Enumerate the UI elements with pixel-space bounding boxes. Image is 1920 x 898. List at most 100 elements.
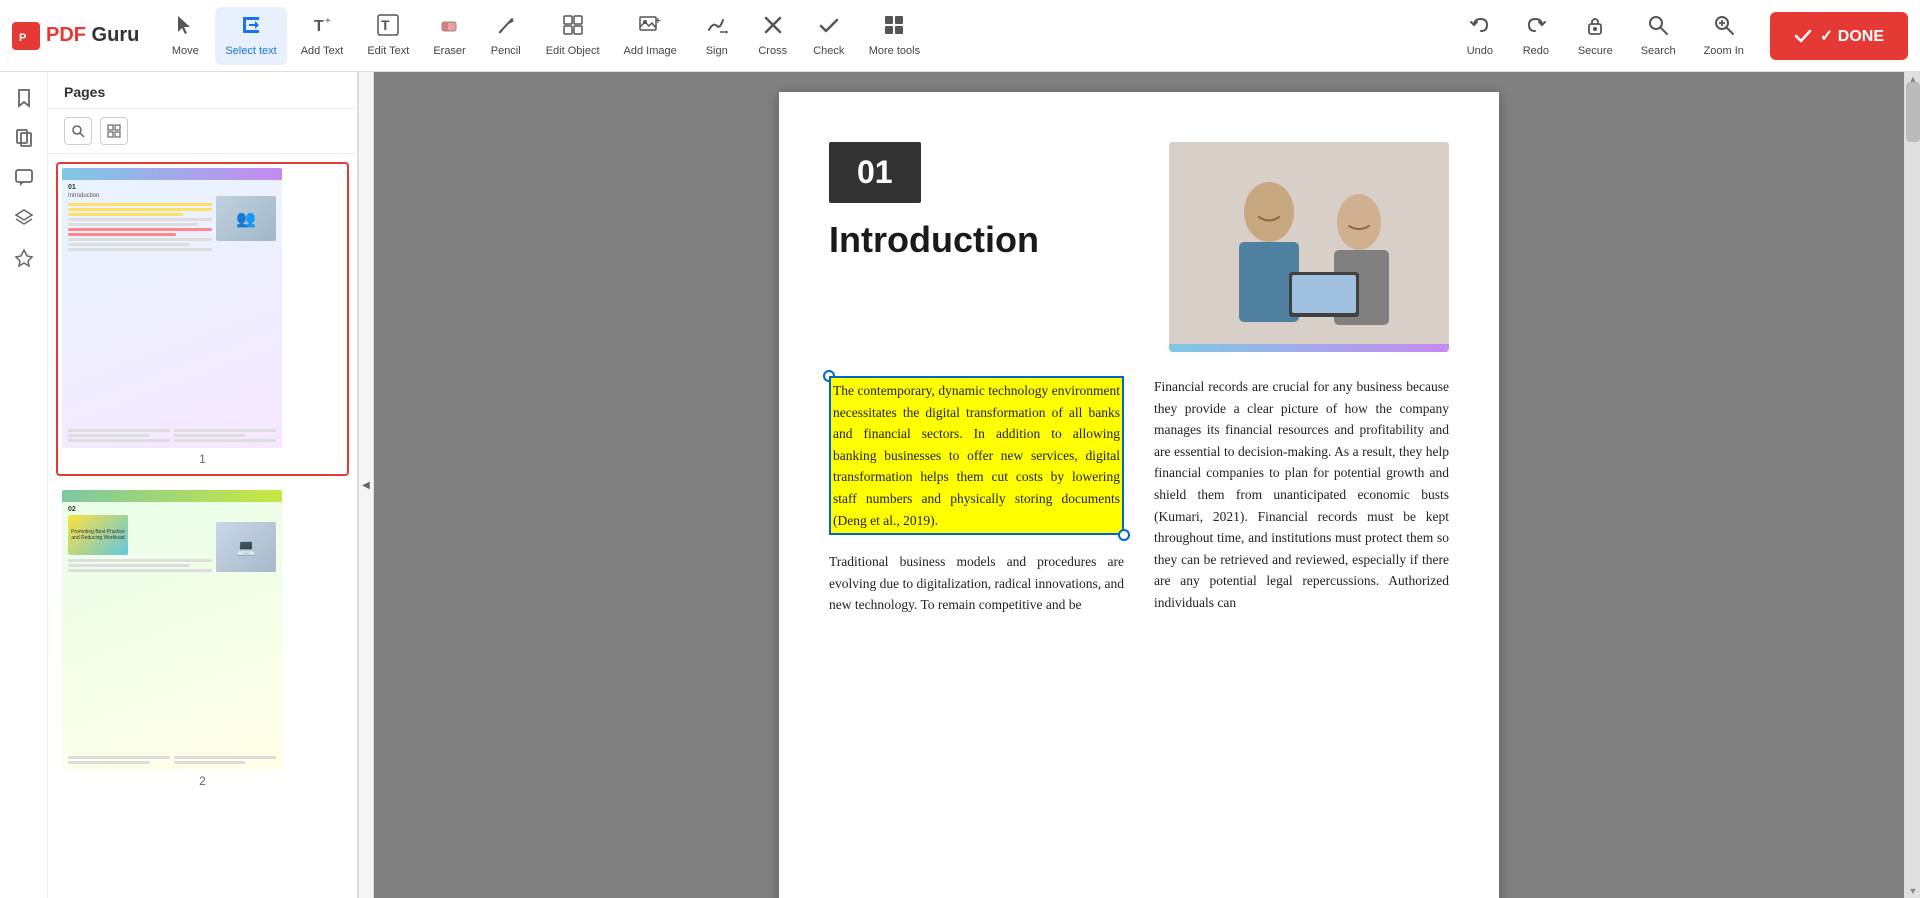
sidebar-collapse[interactable]: ◀ xyxy=(358,72,374,898)
eraser-icon xyxy=(439,14,461,41)
sign-tool[interactable]: Sign xyxy=(691,7,743,65)
page-thumb-2[interactable]: 02 Promoting Best Practice and Reducing … xyxy=(56,484,349,798)
svg-text:+: + xyxy=(655,16,661,27)
sidebar-icon-search[interactable] xyxy=(64,117,92,145)
done-button[interactable]: ✓ DONE xyxy=(1770,12,1908,60)
pencil-label: Pencil xyxy=(491,45,521,57)
logo-text: PDF Guru xyxy=(46,24,139,47)
svg-text:P: P xyxy=(19,32,26,44)
undo-button[interactable]: Undo xyxy=(1456,7,1504,65)
content-columns: The contemporary, dynamic technology env… xyxy=(829,376,1449,616)
edit-object-label: Edit Object xyxy=(546,45,600,57)
select-text-tool[interactable]: Select text xyxy=(215,7,286,65)
selected-text-container: The contemporary, dynamic technology env… xyxy=(829,376,1124,535)
edit-text-icon: T xyxy=(377,14,399,41)
move-icon xyxy=(174,14,196,41)
cross-icon xyxy=(762,14,784,41)
hero-image-inner xyxy=(1169,142,1449,352)
page-title: Introduction xyxy=(829,219,1169,261)
zoom-in-button[interactable]: Zoom In xyxy=(1694,7,1754,65)
pages-list: 01 Introduction xyxy=(48,154,357,898)
secure-label: Secure xyxy=(1578,45,1613,57)
page-thumb-1[interactable]: 01 Introduction xyxy=(56,162,349,476)
page-header-section: 01 Introduction xyxy=(829,142,1449,352)
svg-text:T: T xyxy=(381,17,390,33)
search-icon xyxy=(1647,14,1669,41)
page-num-2: 2 xyxy=(62,770,343,792)
search-label: Search xyxy=(1641,45,1676,57)
secure-button[interactable]: Secure xyxy=(1568,7,1623,65)
redo-button[interactable]: Redo xyxy=(1512,7,1560,65)
pencil-icon xyxy=(495,14,517,41)
zoom-in-icon xyxy=(1713,14,1735,41)
select-text-icon xyxy=(240,14,262,41)
select-text-label: Select text xyxy=(225,45,276,57)
search-button[interactable]: Search xyxy=(1631,7,1686,65)
page-number-box: 01 xyxy=(829,142,921,203)
cross-tool[interactable]: Cross xyxy=(747,7,799,65)
edit-text-label: Edit Text xyxy=(367,45,409,57)
pin-icon-btn[interactable] xyxy=(6,240,42,276)
svg-text:T: T xyxy=(314,18,324,35)
toolbar: P PDF Guru Move Select text T xyxy=(0,0,1920,72)
move-tool[interactable]: Move xyxy=(159,7,211,65)
sign-label: Sign xyxy=(706,45,728,57)
highlighted-paragraph: The contemporary, dynamic technology env… xyxy=(829,376,1124,535)
more-tools-icon xyxy=(883,14,905,41)
scrollbar-thumb[interactable] xyxy=(1906,82,1920,142)
undo-label: Undo xyxy=(1467,45,1493,57)
more-tools-tool[interactable]: More tools xyxy=(859,7,930,65)
left-icon-strip xyxy=(0,72,48,898)
move-label: Move xyxy=(172,45,199,57)
scrollbar-track: ▲ ▼ xyxy=(1905,72,1920,898)
sidebar: Pages 01 Introduction xyxy=(48,72,358,898)
logo-icon: P xyxy=(12,22,40,50)
col-left: The contemporary, dynamic technology env… xyxy=(829,376,1124,616)
pages-title: Pages xyxy=(64,84,105,100)
add-text-icon: T + xyxy=(311,14,333,41)
add-image-icon: + xyxy=(639,14,661,41)
redo-label: Redo xyxy=(1523,45,1549,57)
bookmark-icon-btn[interactable] xyxy=(6,80,42,116)
more-tools-label: More tools xyxy=(869,45,920,57)
selection-handle-bottom-right[interactable] xyxy=(1118,529,1130,541)
check-tool[interactable]: Check xyxy=(803,7,855,65)
add-image-tool[interactable]: + Add Image xyxy=(614,7,687,65)
pdf-page: 01 Introduction xyxy=(779,92,1499,898)
check-icon xyxy=(818,14,840,41)
second-paragraph-left: Traditional business models and procedur… xyxy=(829,551,1124,616)
right-scrollbar[interactable]: ▲ ▼ xyxy=(1904,72,1920,898)
page-hero-image xyxy=(1169,142,1449,352)
redo-icon xyxy=(1525,14,1547,41)
page-left-content: 01 Introduction xyxy=(829,142,1169,277)
add-text-label: Add Text xyxy=(301,45,344,57)
sidebar-icon-grid[interactable] xyxy=(100,117,128,145)
undo-icon xyxy=(1469,14,1491,41)
page-num-1: 1 xyxy=(62,448,343,470)
layers-icon-btn[interactable] xyxy=(6,200,42,236)
add-image-label: Add Image xyxy=(624,45,677,57)
pencil-tool[interactable]: Pencil xyxy=(480,7,532,65)
add-text-tool[interactable]: T + Add Text xyxy=(291,7,354,65)
svg-text:+: + xyxy=(325,16,331,27)
secure-icon xyxy=(1584,14,1606,41)
sidebar-header: Pages xyxy=(48,72,357,109)
eraser-tool[interactable]: Eraser xyxy=(423,7,475,65)
main-area: Pages 01 Introduction xyxy=(0,72,1920,898)
done-label: ✓ DONE xyxy=(1820,26,1884,46)
edit-object-icon xyxy=(562,14,584,41)
highlighted-text-content: The contemporary, dynamic technology env… xyxy=(833,383,1120,528)
edit-object-tool[interactable]: Edit Object xyxy=(536,7,610,65)
sign-icon xyxy=(706,14,728,41)
comment-icon-btn[interactable] xyxy=(6,160,42,196)
edit-text-tool[interactable]: T Edit Text xyxy=(357,7,419,65)
col-right: Financial records are crucial for any bu… xyxy=(1154,376,1449,616)
pages-icon-btn[interactable] xyxy=(6,120,42,156)
pdf-area[interactable]: 01 Introduction xyxy=(374,72,1904,898)
app-logo: P PDF Guru xyxy=(12,22,139,50)
right-paragraph: Financial records are crucial for any bu… xyxy=(1154,376,1449,614)
cross-label: Cross xyxy=(758,45,787,57)
zoom-in-label: Zoom In xyxy=(1704,45,1744,57)
check-label: Check xyxy=(813,45,844,57)
eraser-label: Eraser xyxy=(433,45,465,57)
